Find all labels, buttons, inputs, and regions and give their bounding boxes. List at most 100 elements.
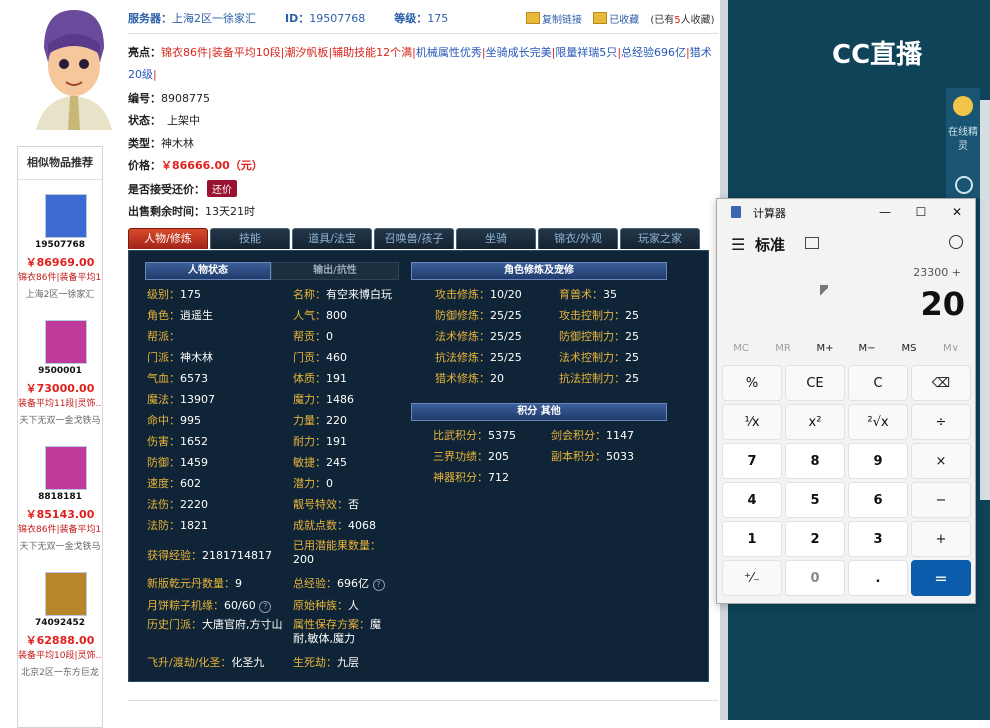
calc-key[interactable]: 3 bbox=[848, 521, 908, 557]
points-stat: 比武积分：5375 bbox=[433, 427, 516, 443]
attr-stat-key: 人气： bbox=[293, 309, 326, 322]
calc-key[interactable]: − bbox=[911, 482, 971, 518]
calc-key[interactable]: ¹⁄x bbox=[722, 404, 782, 440]
section-points: 积分 其他 bbox=[411, 403, 667, 421]
calc-key[interactable]: ⁺⁄₋ bbox=[722, 560, 782, 596]
calc-key[interactable]: ²√x bbox=[848, 404, 908, 440]
serial-row: 编号：8908775 bbox=[128, 90, 210, 106]
control-stat-value: 25 bbox=[625, 330, 639, 343]
attr-stat-key: 成就点数： bbox=[293, 519, 348, 532]
calc-key[interactable]: 6 bbox=[848, 482, 908, 518]
calc-key[interactable]: C bbox=[848, 365, 908, 401]
maximize-icon[interactable]: ☐ bbox=[911, 203, 931, 221]
points-stat-key: 三界功绩： bbox=[433, 450, 488, 463]
minimize-icon[interactable]: — bbox=[875, 203, 895, 221]
memory-button: MR bbox=[775, 343, 791, 354]
calculator-title: 计算器 bbox=[753, 207, 786, 220]
calc-key[interactable]: . bbox=[848, 560, 908, 596]
role-stat: 法伤：2220 bbox=[147, 496, 208, 512]
attr-stat: 体质：191 bbox=[293, 370, 347, 386]
copy-link-button[interactable]: 复制链接 bbox=[542, 15, 582, 26]
calc-key[interactable]: 4 bbox=[722, 482, 782, 518]
sprite-icon[interactable] bbox=[953, 96, 973, 116]
help-icon[interactable]: ? bbox=[259, 601, 272, 613]
stat-total-exp: 总经验：696亿 ? bbox=[293, 575, 385, 591]
stat-life-death: 生死劫：九层 bbox=[293, 656, 359, 669]
level-label: 等级： bbox=[394, 12, 428, 25]
memory-button[interactable]: M+ bbox=[805, 343, 845, 354]
calculator-window: 计算器 — ☐ ✕ ☰ 标准 23300 + 20 MC MR M+ M− MS M∨ %… bbox=[716, 198, 976, 604]
calc-key[interactable]: = bbox=[911, 560, 971, 596]
similar-item-id: 9500001 bbox=[38, 366, 82, 376]
calc-key[interactable]: x² bbox=[785, 404, 845, 440]
similar-item-thumbnail[interactable] bbox=[45, 446, 87, 490]
attr-stat-value: 220 bbox=[326, 414, 347, 427]
stat-exp: 获得经验：2181714817 bbox=[147, 549, 272, 562]
calc-key[interactable]: 5 bbox=[785, 482, 845, 518]
attr-stat-key: 潜力： bbox=[293, 477, 326, 490]
tab-4[interactable]: 坐骑 bbox=[456, 228, 536, 249]
calc-key[interactable]: 7 bbox=[722, 443, 782, 479]
type-value: 神木林 bbox=[161, 137, 194, 150]
counter-offer-button[interactable]: 还价 bbox=[207, 180, 237, 197]
highlight-tag: 机械属性优秀 bbox=[415, 46, 482, 59]
keep-on-top-icon[interactable] bbox=[805, 237, 819, 249]
role-stat-key: 防御： bbox=[147, 456, 180, 469]
stat-zongzi: 月饼粽子机缘：60/60 ? bbox=[147, 597, 272, 613]
section-output-resistance[interactable]: 输出/抗性 bbox=[271, 262, 399, 280]
cultivation-stat-key: 抗法修炼： bbox=[435, 351, 490, 364]
clock-icon[interactable] bbox=[955, 176, 973, 194]
calc-key[interactable]: 0 bbox=[785, 560, 845, 596]
control-stat-value: 25 bbox=[625, 351, 639, 364]
cultivation-stat: 抗法修炼：25/25 bbox=[435, 349, 522, 365]
type-label: 类型： bbox=[128, 137, 161, 150]
tab-1[interactable]: 技能 bbox=[210, 228, 290, 249]
calc-key[interactable]: 8 bbox=[785, 443, 845, 479]
help-icon[interactable]: ? bbox=[372, 579, 385, 591]
calculator-expression: 23300 + bbox=[913, 266, 961, 279]
similar-item-server: 天下无双一金戈铁马 bbox=[19, 542, 101, 552]
memory-button[interactable]: M− bbox=[847, 343, 887, 354]
points-stat-value: 712 bbox=[488, 471, 509, 484]
menu-icon[interactable]: ☰ bbox=[731, 235, 745, 254]
similar-item[interactable]: 8818181 ￥85143.00 锦衣86件|装备平均1… 天下无双一金戈铁马 bbox=[18, 446, 102, 571]
similar-item-price: ￥73000.00 bbox=[25, 382, 95, 395]
favorited-button[interactable]: 已收藏 bbox=[609, 15, 639, 26]
scrollbar[interactable] bbox=[980, 100, 990, 500]
memory-button[interactable]: MS bbox=[889, 343, 929, 354]
similar-item-thumbnail[interactable] bbox=[45, 194, 87, 238]
tab-3[interactable]: 召唤兽/孩子 bbox=[374, 228, 454, 249]
attr-stat-value: 245 bbox=[326, 456, 347, 469]
role-stat-value: 995 bbox=[180, 414, 201, 427]
similar-item-server: 天下无双一金戈铁马 bbox=[19, 416, 101, 426]
online-sprite-label[interactable]: 在线精灵 bbox=[946, 126, 980, 154]
tab-6[interactable]: 玩家之家 bbox=[620, 228, 700, 249]
highlights-items: 锦衣86件|装备平均10段|潮汐帆板|辅助技能12个满|机械属性优秀|坐骑成长完… bbox=[128, 46, 712, 81]
similar-item[interactable]: 74092452 ￥62888.00 装备平均10段|灵饰… 北京2区一东方巨龙 bbox=[18, 572, 102, 697]
calc-key[interactable]: CE bbox=[785, 365, 845, 401]
calc-key[interactable]: + bbox=[911, 521, 971, 557]
similar-item-thumbnail[interactable] bbox=[45, 572, 87, 616]
close-icon[interactable]: ✕ bbox=[947, 203, 967, 221]
role-stat-value: 6573 bbox=[180, 372, 208, 385]
similar-item[interactable]: 19507768 ￥86969.00 锦衣86件|装备平均1… 上海2区一徐家汇 bbox=[18, 194, 102, 319]
tab-5[interactable]: 锦衣/外观 bbox=[538, 228, 618, 249]
calc-key[interactable]: 1 bbox=[722, 521, 782, 557]
history-icon[interactable] bbox=[949, 235, 963, 249]
calculator-titlebar[interactable]: 计算器 — ☐ ✕ bbox=[717, 199, 975, 225]
similar-item-thumbnail[interactable] bbox=[45, 320, 87, 364]
calc-key[interactable]: 9 bbox=[848, 443, 908, 479]
highlight-tag: 辅助技能12个满 bbox=[332, 46, 413, 59]
calc-key[interactable]: % bbox=[722, 365, 782, 401]
status-row: 状态： 上架中 bbox=[128, 112, 200, 128]
tab-2[interactable]: 道具/法宝 bbox=[292, 228, 372, 249]
calc-key[interactable]: ÷ bbox=[911, 404, 971, 440]
calc-key[interactable]: ⌫ bbox=[911, 365, 971, 401]
calc-key[interactable]: × bbox=[911, 443, 971, 479]
role-stat-key: 角色： bbox=[147, 309, 180, 322]
tab-0[interactable]: 人物/修炼 bbox=[128, 228, 208, 249]
highlight-separator: | bbox=[153, 68, 157, 81]
calc-key[interactable]: 2 bbox=[785, 521, 845, 557]
attr-stat-key: 力量： bbox=[293, 414, 326, 427]
similar-item[interactable]: 9500001 ￥73000.00 装备平均11段|灵饰… 天下无双一金戈铁马 bbox=[18, 320, 102, 445]
